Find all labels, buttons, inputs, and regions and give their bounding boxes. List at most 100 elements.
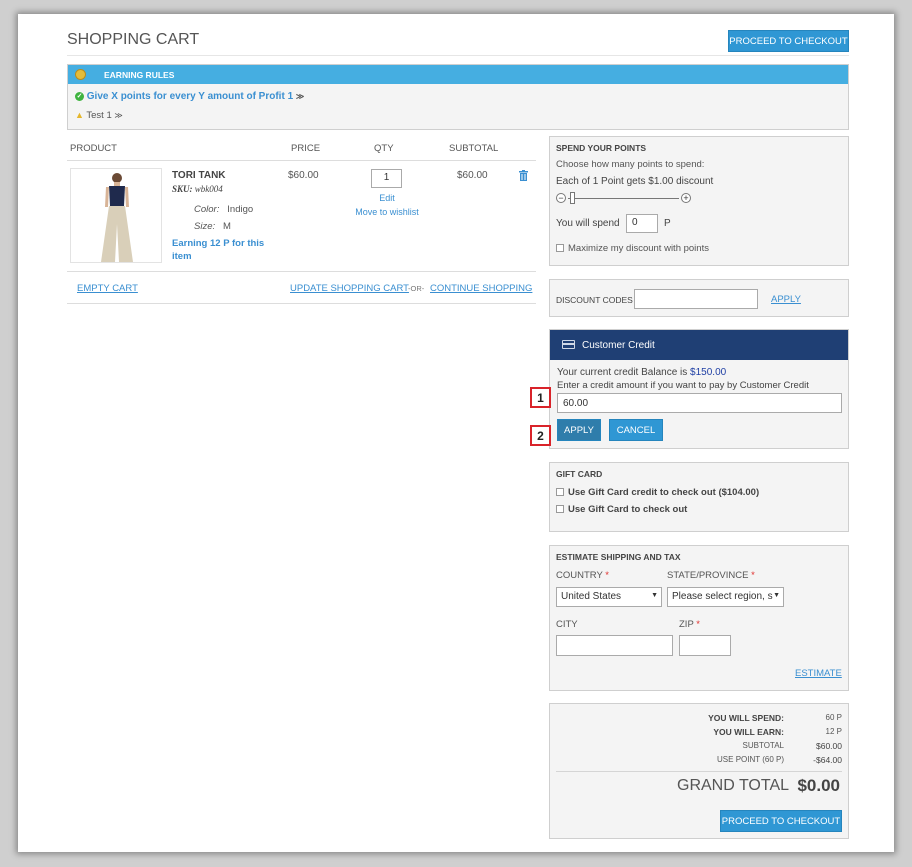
gift-card-checkout-label: Use Gift Card to check out bbox=[568, 504, 688, 515]
cart-actions-divider bbox=[67, 303, 536, 304]
credit-cancel-button[interactable]: CANCEL bbox=[609, 419, 663, 441]
customer-credit-title: Customer Credit bbox=[582, 340, 655, 351]
points-slider-handle[interactable] bbox=[570, 192, 575, 204]
totals-divider bbox=[556, 771, 842, 772]
credit-apply-button[interactable]: APPLY bbox=[557, 419, 601, 441]
qty-input[interactable]: 1 bbox=[371, 169, 402, 188]
estimate-link[interactable]: ESTIMATE bbox=[795, 668, 842, 679]
points-amount-input[interactable]: 0 bbox=[626, 214, 658, 233]
required-marker: * bbox=[696, 619, 700, 630]
table-row: TORI TANK SKU: wbk004 Color: Indigo Size… bbox=[67, 165, 536, 271]
gift-card-checkout-option[interactable]: Use Gift Card to check out bbox=[556, 504, 687, 515]
item-price: $60.00 bbox=[288, 170, 319, 181]
gift-card-checkout-checkbox[interactable] bbox=[556, 505, 564, 514]
earning-rule-text: Test 1 bbox=[86, 110, 112, 121]
country-label: COUNTRY * bbox=[556, 570, 609, 581]
grand-total-value: $0.00 bbox=[797, 776, 840, 795]
total-value: -$64.00 bbox=[813, 755, 842, 765]
product-sku: SKU: wbk004 bbox=[172, 184, 223, 194]
customer-credit-header: Customer Credit bbox=[550, 330, 848, 360]
gift-card-panel: GIFT CARD Use Gift Card credit to check … bbox=[549, 462, 849, 532]
chevron-down-icon[interactable]: ≫ bbox=[296, 92, 304, 101]
grand-total-label: GRAND TOTAL bbox=[677, 777, 790, 794]
title-divider bbox=[67, 55, 849, 56]
column-header-price: PRICE bbox=[291, 143, 321, 154]
state-select[interactable]: Please select region, s bbox=[667, 587, 784, 607]
state-label-text: STATE/PROVINCE bbox=[667, 570, 749, 581]
warning-icon: ▲ bbox=[75, 110, 84, 120]
product-option-size: Size: M bbox=[194, 221, 231, 232]
gift-card-credit-label: Use Gift Card credit to check out ($104.… bbox=[568, 487, 760, 498]
coin-icon bbox=[75, 69, 86, 80]
column-header-subtotal: SUBTOTAL bbox=[449, 143, 499, 154]
proceed-to-checkout-bottom-button[interactable]: PROCEED TO CHECKOUT bbox=[720, 810, 842, 832]
credit-balance-value: $150.00 bbox=[690, 367, 727, 378]
spend-points-title: SPEND YOUR POINTS bbox=[556, 143, 647, 153]
earning-rules-panel: EARNING RULES ✓ Give X points for every … bbox=[67, 64, 849, 130]
gift-card-credit-checkbox[interactable] bbox=[556, 488, 564, 497]
move-to-wishlist-link[interactable]: Move to wishlist bbox=[349, 207, 425, 217]
spend-points-instruction: Choose how many points to spend: bbox=[556, 159, 705, 170]
totals-rows: YOU WILL SPEND: 60 P YOU WILL EARN: 12 P… bbox=[556, 713, 842, 773]
earning-rule-item[interactable]: ✓ Give X points for every Y amount of Pr… bbox=[75, 91, 304, 102]
gift-card-title: GIFT CARD bbox=[556, 469, 603, 479]
discount-codes-panel: DISCOUNT CODES APPLY bbox=[549, 279, 849, 317]
credit-balance-text: Your current credit Balance is $150.00 bbox=[557, 367, 726, 378]
customer-credit-panel: Customer Credit Your current credit Bala… bbox=[549, 329, 849, 449]
edit-link[interactable]: Edit bbox=[349, 193, 425, 203]
estimate-shipping-panel: ESTIMATE SHIPPING AND TAX COUNTRY * Unit… bbox=[549, 545, 849, 691]
total-label: YOU WILL EARN: bbox=[713, 727, 784, 737]
earning-rule-text: Give X points for every Y amount of Prof… bbox=[86, 91, 294, 102]
total-value: 12 P bbox=[825, 727, 842, 736]
trash-icon[interactable] bbox=[519, 170, 528, 181]
total-value: 60 P bbox=[825, 713, 842, 722]
continue-shopping-link[interactable]: CONTINUE SHOPPING bbox=[430, 283, 532, 294]
chevron-down-icon[interactable]: ≫ bbox=[114, 111, 122, 120]
maximize-label: Maximize my discount with points bbox=[568, 243, 709, 254]
earning-rules-title: EARNING RULES bbox=[104, 70, 175, 80]
discount-apply-link[interactable]: APPLY bbox=[771, 294, 801, 305]
zip-input[interactable] bbox=[679, 635, 731, 656]
product-option-color: Color: Indigo bbox=[194, 204, 253, 215]
product-photo-icon bbox=[101, 173, 133, 262]
total-label: USE POINT (60 P) bbox=[717, 755, 784, 764]
points-slider-track[interactable] bbox=[568, 198, 679, 199]
sku-value: wbk004 bbox=[194, 184, 223, 194]
city-label: CITY bbox=[556, 619, 578, 630]
page-frame: SHOPPING CART PROCEED TO CHECKOUT EARNIN… bbox=[18, 14, 894, 852]
empty-cart-link[interactable]: EMPTY CART bbox=[77, 283, 138, 294]
estimate-shipping-title: ESTIMATE SHIPPING AND TAX bbox=[556, 552, 681, 562]
state-label: STATE/PROVINCE * bbox=[667, 570, 755, 581]
earning-rule-item[interactable]: ▲ Test 1 ≫ bbox=[75, 110, 123, 121]
annotation-marker-2: 2 bbox=[530, 425, 551, 446]
plus-icon[interactable]: + bbox=[681, 193, 691, 203]
gift-card-credit-option[interactable]: Use Gift Card credit to check out ($104.… bbox=[556, 487, 759, 498]
table-header-divider bbox=[67, 160, 536, 161]
maximize-checkbox[interactable] bbox=[556, 244, 564, 253]
points-rate: Each of 1 Point gets $1.00 discount bbox=[556, 176, 714, 187]
city-input[interactable] bbox=[556, 635, 673, 656]
spend-label: You will spend bbox=[556, 218, 620, 229]
zip-label: ZIP * bbox=[679, 619, 700, 630]
item-subtotal: $60.00 bbox=[457, 170, 488, 181]
proceed-to-checkout-top-button[interactable]: PROCEED TO CHECKOUT bbox=[728, 30, 849, 52]
required-marker: * bbox=[751, 570, 755, 581]
update-shopping-cart-link[interactable]: UPDATE SHOPPING CART bbox=[290, 283, 409, 294]
discount-codes-label: DISCOUNT CODES bbox=[556, 295, 633, 305]
or-separator: -OR- bbox=[408, 284, 425, 293]
product-image[interactable] bbox=[70, 168, 162, 263]
credit-card-icon bbox=[562, 340, 575, 349]
credit-amount-input[interactable]: 60.00 bbox=[557, 393, 842, 413]
country-select[interactable]: United States bbox=[556, 587, 662, 607]
product-name[interactable]: TORI TANK bbox=[172, 170, 226, 181]
table-row-divider bbox=[67, 271, 536, 272]
sku-label: SKU: bbox=[172, 184, 193, 194]
maximize-discount-option[interactable]: Maximize my discount with points bbox=[556, 243, 709, 254]
column-header-product: PRODUCT bbox=[70, 143, 117, 154]
page-title: SHOPPING CART bbox=[67, 31, 200, 48]
points-unit: P bbox=[664, 218, 671, 229]
discount-code-input[interactable] bbox=[634, 289, 758, 309]
total-label: YOU WILL SPEND: bbox=[708, 713, 784, 723]
minus-icon[interactable]: − bbox=[556, 193, 566, 203]
column-header-qty: QTY bbox=[374, 143, 394, 154]
